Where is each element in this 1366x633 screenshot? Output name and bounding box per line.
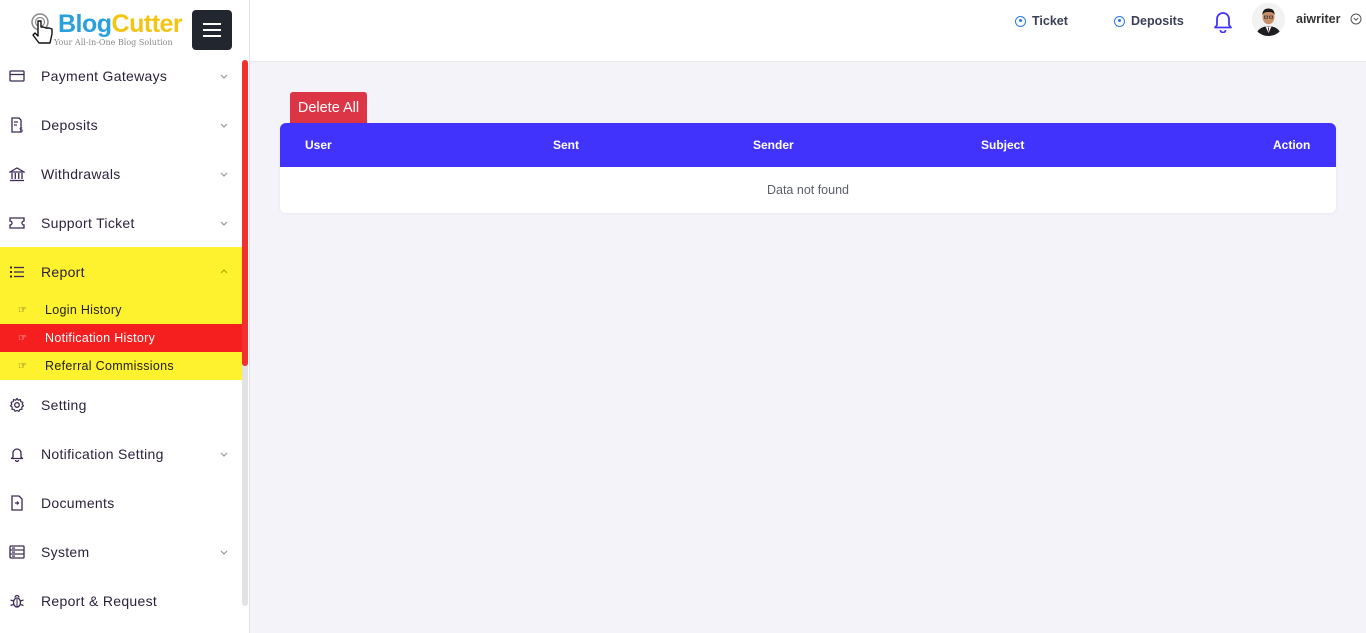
brand-name: BlogCutter — [58, 10, 183, 38]
document-icon — [9, 494, 25, 511]
sidebar-item-label: System — [41, 543, 90, 560]
column-header-sent: Sent — [553, 138, 580, 152]
chevron-up-icon — [220, 268, 228, 273]
report-submenu: ☞ Login History ☞ Notification History ☞… — [0, 296, 244, 380]
top-bar: Ticket Deposits aiwriter — [250, 0, 1366, 62]
hand-point-right-icon: ☞ — [18, 332, 27, 344]
receipt-dollar-icon: $ — [9, 116, 25, 133]
brand-logo[interactable]: BlogCutter Your All-in-One Blog Solution — [30, 8, 190, 52]
sidebar-menu: Payment Gateways $ Deposits Withdrawals … — [0, 51, 244, 625]
empty-state-message: Data not found — [766, 183, 849, 197]
submenu-item-referral-commissions[interactable]: ☞ Referral Commissions — [0, 352, 244, 380]
sidebar-item-notification-setting[interactable]: Notification Setting — [0, 429, 244, 478]
notification-bell-icon[interactable] — [1212, 9, 1234, 33]
pointer-hand-icon — [31, 13, 53, 44]
sidebar-item-label: Payment Gateways — [41, 67, 168, 84]
submenu-item-notification-history[interactable]: ☞ Notification History — [0, 324, 244, 352]
ticket-icon — [9, 215, 25, 231]
sidebar-item-label: Report & Request — [41, 592, 158, 609]
sidebar-item-label: Setting — [41, 396, 87, 413]
user-avatar[interactable] — [1252, 3, 1285, 36]
submenu-item-login-history[interactable]: ☞ Login History — [0, 296, 244, 324]
column-header-sender: Sender — [753, 138, 794, 152]
column-header-action: Action — [1273, 138, 1311, 152]
svg-text:$: $ — [19, 126, 23, 133]
sidebar-item-label: Documents — [41, 494, 115, 511]
sidebar-item-deposits[interactable]: $ Deposits — [0, 100, 244, 149]
deposits-link-label: Deposits — [1131, 14, 1184, 28]
chevron-down-icon — [220, 452, 228, 457]
sidebar-scrollbar-thumb[interactable] — [242, 60, 248, 366]
ticket-link-label: Ticket — [1032, 14, 1068, 28]
chevron-down-icon — [220, 74, 228, 79]
submenu-item-label: Notification History — [45, 331, 156, 345]
list-icon — [9, 264, 25, 280]
username-label[interactable]: aiwriter — [1296, 12, 1340, 26]
bell-icon — [9, 446, 25, 462]
chevron-down-icon — [220, 550, 228, 555]
notification-history-table: User Sent Sender Subject Action Data not… — [280, 123, 1336, 213]
bug-icon — [9, 593, 25, 609]
brand-tagline: Your All-in-One Blog Solution — [54, 38, 173, 47]
menu-toggle-button[interactable] — [192, 10, 232, 50]
chevron-down-circle-icon[interactable] — [1350, 13, 1362, 25]
chevron-down-icon — [220, 172, 228, 177]
sidebar-item-label: Deposits — [41, 116, 98, 133]
sidebar-item-payment-gateways[interactable]: Payment Gateways — [0, 51, 244, 100]
deposits-link[interactable]: Deposits — [1114, 14, 1184, 28]
sidebar-item-setting[interactable]: Setting — [0, 380, 244, 429]
delete-all-button[interactable]: Delete All — [290, 92, 367, 123]
sidebar-item-label: Withdrawals — [41, 165, 121, 182]
sidebar-item-documents[interactable]: Documents — [0, 478, 244, 527]
chevron-down-icon — [220, 123, 228, 128]
gear-icon — [9, 397, 25, 413]
submenu-item-label: Login History — [45, 303, 122, 317]
hand-point-right-icon: ☞ — [18, 360, 27, 372]
table-header: User Sent Sender Subject Action — [280, 123, 1336, 167]
hand-point-right-icon: ☞ — [18, 304, 27, 316]
sidebar-item-label: Support Ticket — [41, 214, 135, 231]
sidebar-item-label: Report — [41, 263, 85, 280]
sidebar-item-report[interactable]: Report — [0, 247, 244, 296]
dot-circle-icon — [1114, 15, 1125, 27]
sidebar: BlogCutter Your All-in-One Blog Solution… — [0, 0, 250, 633]
bank-icon — [9, 166, 25, 182]
dot-circle-icon — [1015, 15, 1026, 27]
column-header-subject: Subject — [981, 138, 1025, 152]
sidebar-item-withdrawals[interactable]: Withdrawals — [0, 149, 244, 198]
column-header-user: User — [305, 138, 332, 152]
sidebar-item-support-ticket[interactable]: Support Ticket — [0, 198, 244, 247]
server-icon — [9, 544, 25, 560]
sidebar-item-label: Notification Setting — [41, 445, 164, 462]
sidebar-item-report-request[interactable]: Report & Request — [0, 576, 244, 625]
ticket-link[interactable]: Ticket — [1015, 14, 1068, 28]
chevron-down-icon — [220, 221, 228, 226]
sidebar-item-system[interactable]: System — [0, 527, 244, 576]
submenu-item-label: Referral Commissions — [45, 359, 174, 373]
credit-card-icon — [9, 68, 25, 84]
